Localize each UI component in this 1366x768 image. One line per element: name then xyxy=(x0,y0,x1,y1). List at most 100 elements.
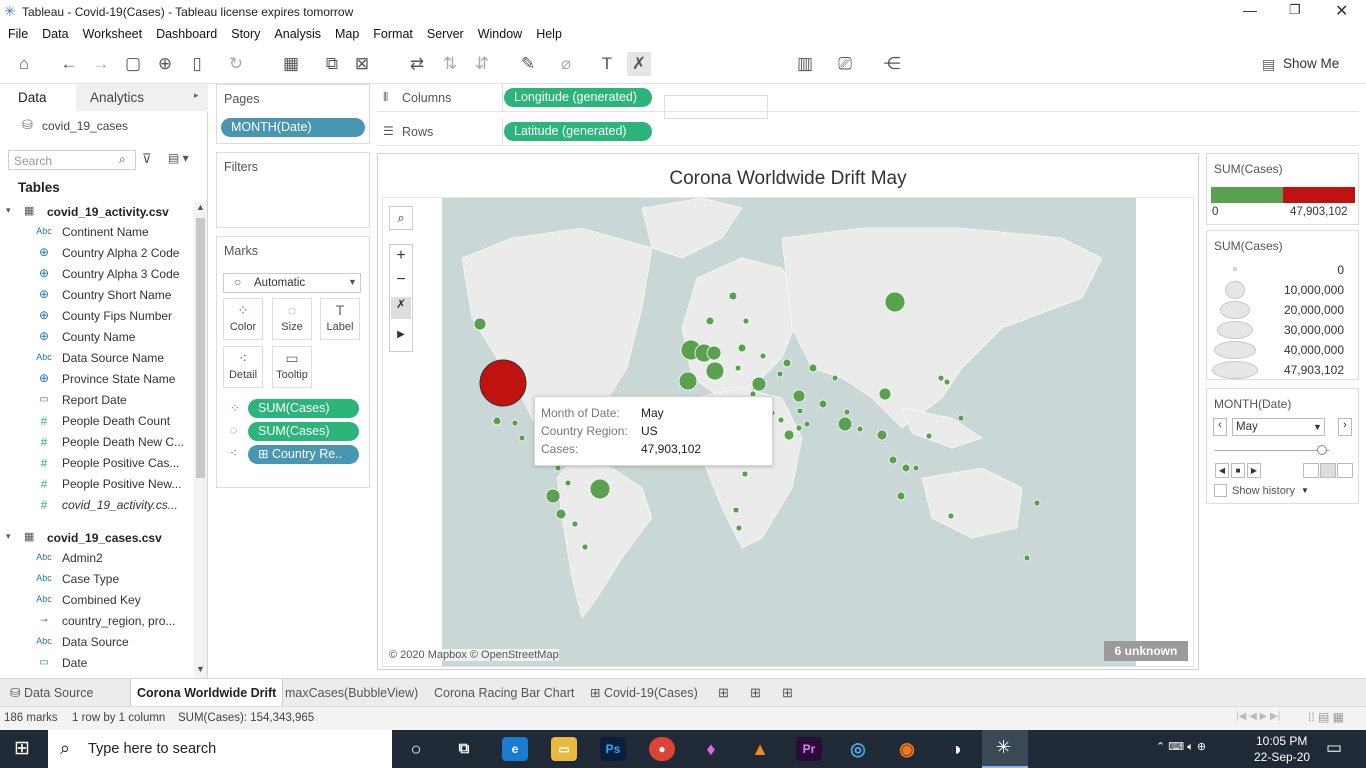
size-button[interactable]: ◌ Size xyxy=(272,298,312,340)
field-item[interactable]: ⊕ Country Alpha 2 Code xyxy=(0,243,192,264)
play-back-button[interactable]: ◀ xyxy=(1215,463,1229,478)
refresh-icon[interactable]: ↻ xyxy=(224,52,248,76)
field-item[interactable]: Abc Data Source Name xyxy=(0,348,192,369)
speed-slow-button[interactable] xyxy=(1303,463,1319,478)
obs-icon[interactable]: ◑ xyxy=(943,737,969,761)
country-bubble[interactable] xyxy=(571,520,579,528)
scrollbar-thumb[interactable] xyxy=(196,218,205,478)
redo-icon[interactable]: → xyxy=(89,52,113,76)
field-item[interactable]: Abc Continent Name xyxy=(0,222,192,243)
country-bubble[interactable] xyxy=(856,425,864,433)
mark-type-dropdown[interactable]: ○ Automatic ▼ xyxy=(223,273,361,293)
country-bubble[interactable] xyxy=(742,317,750,325)
task-view-icon[interactable]: ⧉ xyxy=(451,737,477,761)
country-bubble[interactable] xyxy=(782,358,792,368)
save-icon[interactable]: ▢ xyxy=(121,52,145,76)
country-bubble[interactable] xyxy=(795,424,803,432)
field-item[interactable]: Abc Data Source xyxy=(0,632,192,653)
columns-shelf[interactable]: ⦀ Columns Longitude (generated) xyxy=(377,84,1359,112)
tab-analytics[interactable]: Analytics ▸ xyxy=(76,84,208,111)
country-bubble[interactable] xyxy=(473,317,487,331)
menu-format[interactable]: Format xyxy=(373,27,413,41)
country-bubble[interactable] xyxy=(808,363,818,373)
country-bubble[interactable] xyxy=(777,416,785,424)
menu-story[interactable]: Story xyxy=(231,27,260,41)
country-bubble[interactable] xyxy=(776,370,784,378)
filters-card[interactable]: Filters xyxy=(216,152,370,228)
tab-nav-icon[interactable]: |◀ ◀ ▶ ▶| xyxy=(1236,711,1280,722)
pin-icon[interactable]: ✗ xyxy=(627,52,651,76)
tab-data[interactable]: Data xyxy=(0,84,76,111)
country-bubble[interactable] xyxy=(555,508,567,520)
new-dashboard-icon[interactable]: ⊞ xyxy=(750,685,761,701)
windows-start-icon[interactable]: ⊞ xyxy=(14,737,30,760)
field-item[interactable]: # People Positive Cas... xyxy=(0,453,192,474)
country-bubble[interactable] xyxy=(741,470,749,478)
zoom-in-icon[interactable]: + xyxy=(390,247,412,265)
country-bubble[interactable] xyxy=(737,343,747,353)
collapse-icon[interactable]: ▾ xyxy=(6,531,11,542)
mark-pill-color[interactable]: SUM(Cases) xyxy=(248,399,359,418)
scroll-up-icon[interactable]: ▲ xyxy=(196,202,205,212)
country-bubble[interactable] xyxy=(728,291,738,301)
new-story-icon[interactable]: ⊞ xyxy=(782,685,793,701)
mark-pill-size[interactable]: SUM(Cases) xyxy=(248,422,359,441)
pages-pill[interactable]: MONTH(Date) xyxy=(221,118,365,137)
filter-icon[interactable]: ⊽ xyxy=(142,151,152,167)
tableau-taskbar-button[interactable]: ✳ xyxy=(982,730,1028,768)
field-item[interactable]: # People Death Count xyxy=(0,411,192,432)
tab-racing-bar[interactable]: Corona Racing Bar Chart xyxy=(428,679,580,707)
duplicate-icon[interactable]: ⧉ xyxy=(320,52,344,76)
country-bubble[interactable] xyxy=(876,429,888,441)
cortana-icon[interactable]: ○ xyxy=(403,737,429,761)
menu-file[interactable]: File xyxy=(8,27,28,41)
jupyter-icon[interactable]: ◉ xyxy=(894,737,920,761)
country-bubble[interactable] xyxy=(751,376,767,392)
stop-button[interactable]: ■ xyxy=(1231,463,1245,478)
show-me-button[interactable]: Show Me xyxy=(1283,56,1339,71)
country-bubble[interactable] xyxy=(843,408,851,416)
country-bubble[interactable] xyxy=(957,414,965,422)
us-bubble[interactable] xyxy=(479,359,527,407)
premiere-icon[interactable]: Pr xyxy=(796,737,822,761)
clear-sheet-icon[interactable]: ⊠ xyxy=(350,52,374,76)
tab-corona-worldwide-drift[interactable]: Corona Worldwide Drift xyxy=(130,679,284,707)
field-item[interactable]: ▭ Date xyxy=(0,653,192,674)
country-bubble[interactable] xyxy=(884,291,906,313)
field-item[interactable]: ⊕ County Fips Number xyxy=(0,306,192,327)
undo-icon[interactable]: ← xyxy=(57,52,81,76)
collapse-icon[interactable]: ▾ xyxy=(6,205,11,216)
home-icon[interactable]: ⌂ xyxy=(12,52,36,76)
page-slider-thumb[interactable] xyxy=(1317,445,1327,455)
field-item[interactable]: ⊕ Province State Name xyxy=(0,369,192,390)
minimize-button[interactable]: — xyxy=(1243,2,1257,18)
country-bubble[interactable] xyxy=(705,316,715,326)
taskbar-time[interactable]: 10:05 PM xyxy=(1256,734,1307,748)
country-bubble[interactable] xyxy=(492,416,502,426)
map-attribution[interactable]: © 2020 Mapbox © OpenStreetMap xyxy=(389,649,559,661)
field-item[interactable]: Abc Case Type xyxy=(0,569,192,590)
field-item[interactable]: ⊸ country_region, pro... xyxy=(0,611,192,632)
menu-worksheet[interactable]: Worksheet xyxy=(83,27,143,41)
country-bubble[interactable] xyxy=(888,455,898,465)
search-input[interactable]: Search ⌕ xyxy=(8,150,136,170)
speed-fast-button[interactable] xyxy=(1337,463,1353,478)
country-bubble[interactable] xyxy=(803,420,811,428)
country-bubble[interactable] xyxy=(1023,554,1031,562)
country-bubble[interactable] xyxy=(734,364,742,372)
country-bubble[interactable] xyxy=(896,491,906,501)
page-dropdown[interactable]: May ▼ xyxy=(1232,418,1325,436)
columns-pill[interactable]: Longitude (generated) xyxy=(504,88,652,107)
rows-pill[interactable]: Latitude (generated) xyxy=(504,122,652,141)
country-bubble[interactable] xyxy=(912,464,920,472)
next-page-button[interactable]: › xyxy=(1338,418,1352,436)
taskbar-date[interactable]: 22-Sep-20 xyxy=(1254,750,1310,764)
mark-pill-detail[interactable]: ⊞ Country Re.. xyxy=(248,445,359,464)
country-bubble[interactable] xyxy=(837,416,853,432)
country-bubble[interactable] xyxy=(943,378,951,386)
grid-view-icon[interactable]: ⁞⁞ ▤ ▦ xyxy=(1308,710,1344,724)
field-item[interactable]: ⊕ Country Short Name xyxy=(0,285,192,306)
show-history-label[interactable]: Show history xyxy=(1232,485,1295,497)
country-bubble[interactable] xyxy=(818,399,828,409)
new-worksheet-icon[interactable]: ▦ xyxy=(279,52,303,76)
